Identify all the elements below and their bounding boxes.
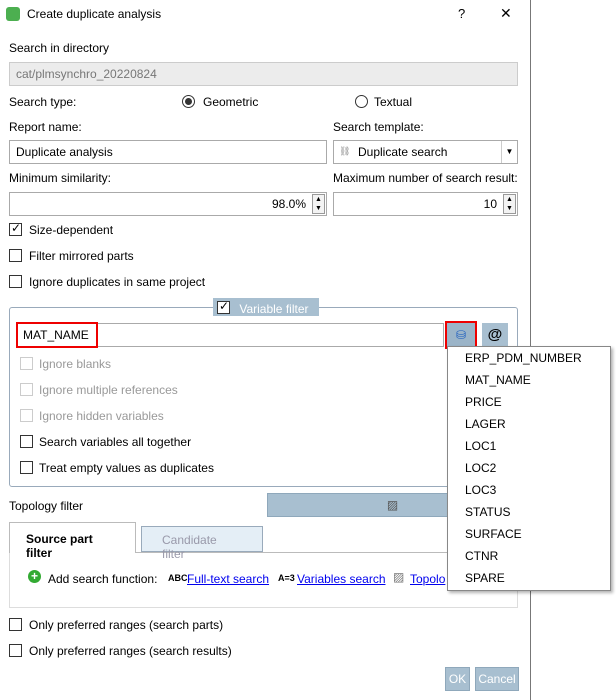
database-icon: ⛁	[455, 328, 467, 342]
menu-item[interactable]: CTNR	[448, 545, 610, 567]
help-button[interactable]: ?	[458, 6, 465, 21]
report-name-input[interactable]: Duplicate analysis	[9, 140, 327, 164]
ignore-duplicates-label: Ignore duplicates in same project	[29, 275, 206, 289]
database-button[interactable]: ⛁	[445, 321, 477, 349]
ignore-blanks-label: Ignore blanks	[39, 357, 112, 371]
menu-item[interactable]: LOC2	[448, 457, 610, 479]
topology-icon: ▨	[393, 570, 405, 584]
spin-buttons[interactable]: ▲ ▼	[312, 194, 325, 214]
fulltext-search-link[interactable]: Full-text search	[187, 572, 269, 586]
ok-button[interactable]: OK	[445, 667, 470, 691]
min-sim-value: 98.0%	[271, 197, 306, 211]
search-together-label: Search variables all together	[39, 435, 192, 449]
min-similarity-spinbox[interactable]: 98.0% ▲ ▼	[9, 192, 327, 216]
min-sim-label: Minimum similarity:	[9, 171, 111, 185]
menu-item[interactable]: PRICE	[448, 391, 610, 413]
menu-item[interactable]: SPARE	[448, 567, 610, 589]
variable-filter-toggle[interactable]: Variable filter	[213, 298, 319, 316]
search-type-label: Search type:	[9, 95, 77, 109]
preferred-parts-checkbox[interactable]	[9, 618, 22, 631]
menu-item[interactable]: STATUS	[448, 501, 610, 523]
size-dependent-checkbox[interactable]	[9, 221, 22, 236]
dir-label: Search in directory	[9, 41, 110, 55]
topology-search-link[interactable]: Topolo	[410, 572, 445, 586]
app-icon	[6, 7, 20, 21]
topology-icon: ▨	[386, 498, 399, 512]
variable-dropdown-menu: ERP_PDM_NUMBER MAT_NAME PRICE LAGER LOC1…	[447, 346, 611, 591]
template-value: Duplicate search	[358, 145, 448, 159]
template-select[interactable]: ⛓ Duplicate search ▼	[333, 140, 518, 164]
ignore-hidden-checkbox	[20, 409, 33, 422]
ignore-duplicates-checkbox[interactable]	[9, 275, 22, 288]
add-icon[interactable]: +	[28, 570, 41, 583]
report-label: Report name:	[9, 120, 82, 134]
close-button[interactable]: ✕	[500, 5, 512, 22]
menu-item[interactable]: ERP_PDM_NUMBER	[448, 347, 610, 369]
template-icon: ⛓	[339, 146, 351, 156]
preferred-parts-label: Only preferred ranges (search parts)	[29, 618, 224, 632]
chevron-down-icon[interactable]: ▼	[501, 141, 517, 163]
max-results-spinbox[interactable]: 10 ▲ ▼	[333, 192, 518, 216]
variable-value: MAT_NAME	[16, 322, 98, 348]
menu-item[interactable]: LOC1	[448, 435, 610, 457]
tab-source-part-filter[interactable]: Source part filter	[9, 522, 136, 560]
textual-label: Textual	[374, 95, 413, 109]
textual-radio[interactable]	[355, 95, 368, 108]
treat-empty-checkbox[interactable]	[20, 461, 33, 474]
variables-search-link[interactable]: Variables search	[297, 572, 386, 586]
variable-filter-checkbox[interactable]	[217, 299, 230, 314]
tab-candidate-filter[interactable]: Candidate filter	[141, 526, 263, 561]
abc-icon: ABC	[168, 573, 188, 583]
ignore-blanks-checkbox	[20, 357, 33, 370]
preferred-results-label: Only preferred ranges (search results)	[29, 644, 232, 658]
cancel-button[interactable]: Cancel	[475, 667, 519, 691]
variable-input[interactable]: MAT_NAME	[16, 322, 444, 348]
treat-empty-label: Treat empty values as duplicates	[39, 461, 214, 475]
filter-mirrored-checkbox[interactable]	[9, 249, 22, 262]
topology-label: Topology filter	[9, 499, 84, 513]
add-function-label: Add search function:	[48, 572, 158, 586]
variable-filter-title: Variable filter	[239, 302, 309, 316]
menu-item[interactable]: LAGER	[448, 413, 610, 435]
ignore-hidden-label: Ignore hidden variables	[39, 409, 164, 423]
variables-icon: A=3	[278, 573, 295, 583]
max-label: Maximum number of search result:	[333, 171, 518, 185]
search-together-checkbox[interactable]	[20, 435, 33, 448]
template-label: Search template:	[333, 120, 424, 134]
ignore-multiple-checkbox	[20, 383, 33, 396]
dialog-title: Create duplicate analysis	[27, 7, 162, 21]
max-value: 10	[483, 197, 497, 211]
preferred-results-checkbox[interactable]	[9, 644, 22, 657]
directory-field: cat/plmsynchro_20220824	[9, 62, 518, 86]
spin-buttons[interactable]: ▲ ▼	[503, 194, 516, 214]
size-dependent-label: Size-dependent	[29, 223, 114, 237]
geometric-label: Geometric	[203, 95, 259, 109]
at-button[interactable]: @	[482, 323, 508, 347]
filter-mirrored-label: Filter mirrored parts	[29, 249, 134, 263]
menu-item[interactable]: MAT_NAME	[448, 369, 610, 391]
menu-item[interactable]: LOC3	[448, 479, 610, 501]
menu-item[interactable]: SURFACE	[448, 523, 610, 545]
geometric-radio[interactable]	[182, 95, 195, 108]
ignore-multiple-label: Ignore multiple references	[39, 383, 178, 397]
